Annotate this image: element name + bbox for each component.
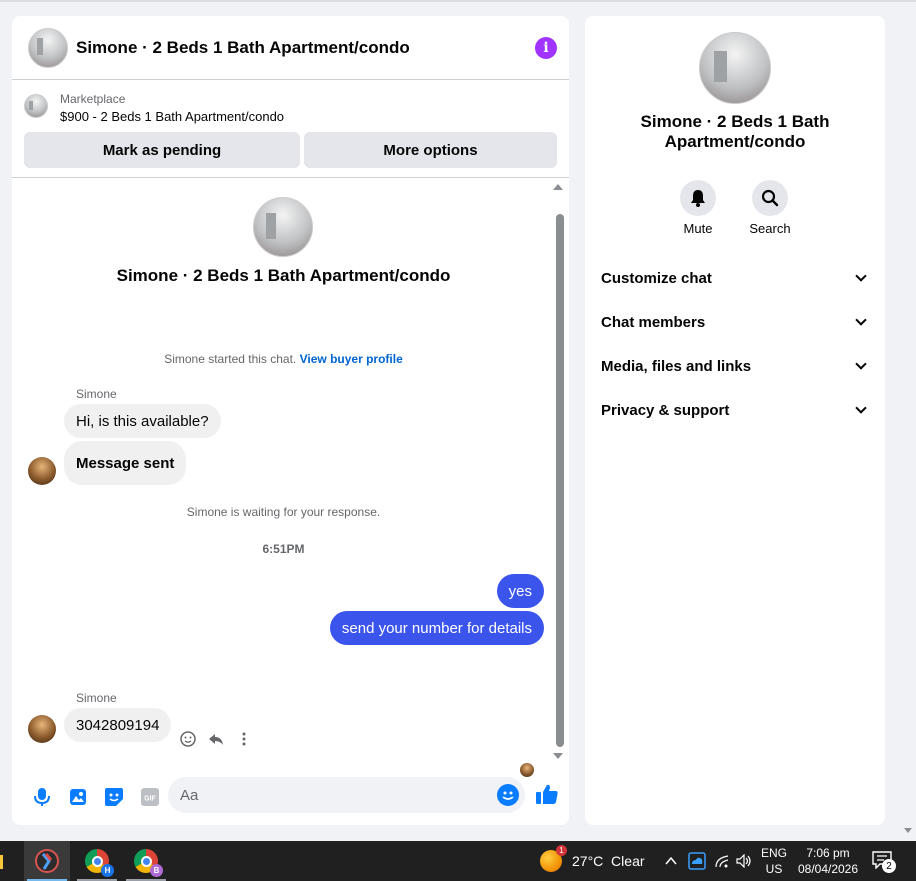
notification-icon[interactable]: 2 (872, 851, 896, 873)
details-title: Simone · 2 Beds 1 Bath Apartment/condo (640, 112, 830, 151)
mute-button[interactable]: Mute (668, 180, 728, 236)
chrome-icon[interactable]: B (123, 841, 169, 881)
view-buyer-profile-link[interactable]: View buyer profile (300, 352, 403, 366)
message-bubble-incoming[interactable]: Hi, is this available? (64, 404, 221, 438)
sticker-icon[interactable] (96, 779, 132, 815)
file-explorer-icon[interactable] (0, 841, 16, 881)
message-composer: GIF (12, 768, 569, 825)
sender-avatar[interactable] (28, 715, 56, 743)
conversation-details-panel: Simone · 2 Beds 1 Bath Apartment/condo M… (585, 16, 885, 825)
search-icon (752, 180, 788, 216)
weather-icon: 1 (540, 845, 567, 872)
waiting-notice: Simone is waiting for your response. (186, 505, 381, 519)
gif-icon[interactable]: GIF (132, 779, 168, 815)
message-bubble-incoming[interactable]: Message sent (64, 441, 187, 485)
message-timestamp: 6:51PM (262, 542, 305, 556)
react-icon[interactable] (180, 731, 196, 747)
message-input[interactable] (180, 786, 497, 804)
chat-header: Simone · 2 Beds 1 Bath Apartment/condo i (12, 16, 569, 80)
listing-avatar[interactable] (28, 27, 68, 68)
wifi-icon[interactable] (714, 841, 730, 881)
section-customize-chat[interactable]: Customize chat (601, 256, 869, 300)
search-button[interactable]: Search (740, 180, 800, 236)
sender-name: Simone (76, 387, 117, 401)
weather-badge: 1 (556, 845, 567, 856)
message-bubble-incoming[interactable]: 3042809194 (64, 708, 172, 742)
taskbar-app-active[interactable] (24, 841, 70, 881)
listing-source: Marketplace (60, 92, 126, 106)
section-privacy-support[interactable]: Privacy & support (601, 388, 869, 432)
message-actions (180, 731, 252, 747)
weather-text: 27°C Clear (572, 853, 645, 869)
emoji-icon[interactable] (497, 784, 519, 806)
info-icon[interactable]: i (535, 36, 557, 59)
chevron-down-icon (855, 402, 867, 414)
details-avatar[interactable] (699, 32, 771, 104)
thumbs-up-icon[interactable] (535, 782, 559, 811)
chevron-down-icon (855, 314, 867, 326)
language-indicator[interactable]: ENG US (760, 845, 788, 877)
reply-icon[interactable] (208, 731, 224, 747)
search-label: Search (749, 221, 791, 236)
more-icon[interactable] (236, 731, 252, 747)
sender-avatar[interactable] (28, 457, 56, 485)
chevron-up-icon[interactable] (664, 841, 678, 881)
listing-bar: Marketplace $900 - 2 Beds 1 Bath Apartme… (12, 80, 569, 178)
chevron-down-icon (855, 358, 867, 370)
chat-title[interactable]: Simone · 2 Beds 1 Bath Apartment/condo (76, 38, 535, 58)
scrollbar-thumb[interactable] (556, 214, 564, 747)
more-options-button[interactable]: More options (304, 132, 557, 168)
page-scroll-down-icon[interactable] (904, 828, 912, 833)
message-bubble-outgoing[interactable]: yes (496, 574, 544, 608)
scroll-up-arrow-icon[interactable] (553, 184, 563, 190)
section-media-files-links[interactable]: Media, files and links (601, 344, 869, 388)
conversation-avatar[interactable] (253, 197, 313, 257)
taskbar: H B 1 27°C Clear ENG US 7:06 pm 08/04/20… (0, 841, 916, 881)
chrome-icon[interactable]: H (74, 841, 120, 881)
chat-started-notice: Simone started this chat. View buyer pro… (164, 352, 403, 366)
scroll-down-arrow-icon[interactable] (553, 753, 563, 759)
listing-thumbnail[interactable] (24, 94, 48, 118)
photo-icon[interactable] (60, 779, 96, 815)
chevron-down-icon (855, 270, 867, 282)
microphone-icon[interactable] (24, 779, 60, 815)
onedrive-icon[interactable] (688, 841, 706, 881)
mute-label: Mute (683, 221, 713, 236)
conversation-title: Simone · 2 Beds 1 Bath Apartment/condo (116, 266, 451, 285)
top-divider (0, 0, 916, 2)
volume-icon[interactable] (736, 841, 752, 881)
listing-description[interactable]: $900 - 2 Beds 1 Bath Apartment/condo (60, 108, 284, 126)
section-chat-members[interactable]: Chat members (601, 300, 869, 344)
message-list[interactable]: Simone · 2 Beds 1 Bath Apartment/condo S… (12, 178, 569, 777)
svg-text:GIF: GIF (144, 795, 156, 802)
weather-widget[interactable]: 1 27°C Clear (540, 841, 645, 881)
bell-icon (680, 180, 716, 216)
chat-panel: Simone · 2 Beds 1 Bath Apartment/condo i… (12, 16, 569, 825)
sender-name: Simone (76, 691, 117, 705)
mark-as-pending-button[interactable]: Mark as pending (24, 132, 300, 168)
system-clock[interactable]: 7:06 pm 08/04/2026 (796, 845, 860, 877)
message-input-wrap (168, 777, 525, 813)
message-bubble-outgoing[interactable]: send your number for details (329, 611, 544, 645)
